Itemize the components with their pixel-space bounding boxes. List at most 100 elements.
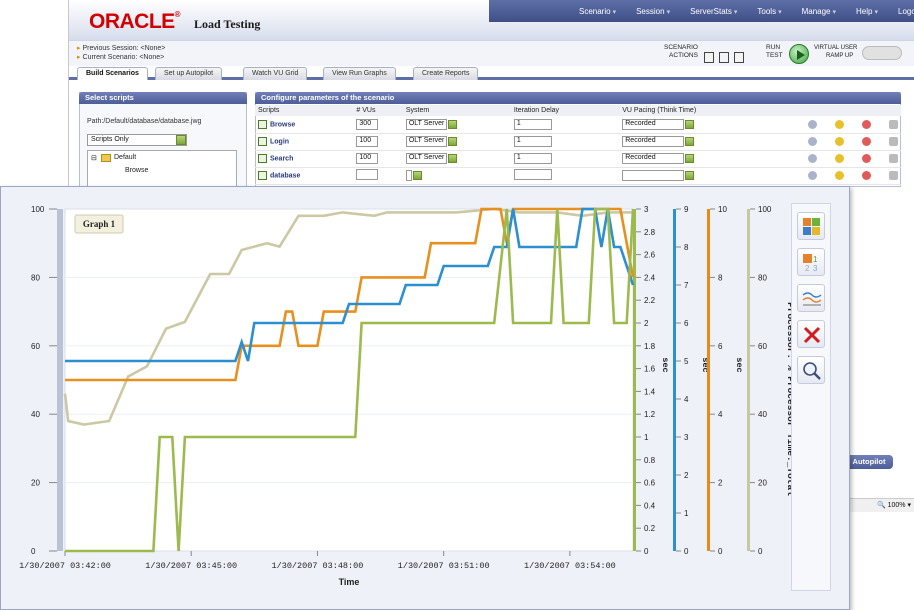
iteration-delay-input[interactable] [513, 169, 552, 180]
magnifier-icon[interactable] [797, 356, 825, 384]
vus-input[interactable] [356, 169, 379, 180]
remove-icon[interactable] [862, 119, 871, 129]
pacing-select[interactable] [622, 170, 685, 181]
settings-icon[interactable] [808, 137, 817, 146]
zoom-level[interactable]: 🔍 100% ▾ [839, 498, 914, 512]
column-header: System [402, 105, 511, 116]
tick-label: 3 [644, 205, 649, 214]
graph-window: 0 20 40 60 80 100 0 0.2 0.4 0.6 0.8 1 1.2 1.4 1.6 1.8 2 2… [0, 186, 850, 610]
script-name[interactable]: Browse [270, 121, 295, 128]
tree-expand-icon[interactable]: ⊟ [91, 154, 97, 162]
script-name[interactable]: Search [270, 155, 293, 162]
vus-cell [353, 167, 403, 185]
axis-label: sec [734, 357, 744, 372]
menu-item-session[interactable]: Session ▾ [636, 7, 670, 16]
attach-icon[interactable] [889, 154, 898, 163]
chevron-down-icon[interactable] [448, 119, 458, 129]
svg-text:1: 1 [813, 255, 818, 264]
top-menu: Scenario ▾ Session ▾ ServerStats ▾ Tools ▾ Manag… [489, 0, 914, 22]
x-axis-label: Time [339, 577, 360, 587]
chevron-down-icon[interactable] [176, 135, 186, 145]
chevron-down-icon[interactable] [685, 154, 695, 163]
chevron-down-icon[interactable] [685, 137, 695, 146]
remove-icon[interactable] [862, 171, 871, 180]
column-header: Scripts [255, 105, 354, 116]
menu-item-manage[interactable]: Manage ▾ [802, 7, 836, 16]
system-select[interactable]: OLT Server [405, 136, 448, 147]
vus-input[interactable]: 300 [356, 118, 379, 130]
script-name[interactable]: database [270, 172, 300, 179]
row-actions [777, 150, 901, 168]
pacing-select[interactable]: Recorded [622, 136, 685, 147]
counter-select-icon[interactable]: 132 [797, 248, 825, 276]
tree-item-browse[interactable]: Browse [125, 167, 148, 174]
pacing-select[interactable]: Recorded [622, 118, 685, 130]
save-scenario-icon[interactable] [734, 52, 744, 63]
menu-item-logout[interactable]: Logout [898, 7, 914, 16]
new-scenario-icon[interactable] [704, 52, 714, 63]
open-scenario-icon[interactable] [719, 52, 729, 63]
attach-icon[interactable] [889, 171, 898, 180]
run-test-button[interactable] [789, 44, 809, 64]
script-cell: Search [255, 150, 354, 168]
iteration-delay-input[interactable]: 1 [513, 136, 552, 147]
column-header: VU Pacing (Think Time) [619, 105, 777, 116]
iteration-delay-input[interactable]: 1 [513, 153, 552, 164]
settings-icon[interactable] [808, 154, 817, 163]
system-cell [402, 167, 511, 185]
tick-label: 1/30/2007 03:54:00 [524, 561, 616, 571]
data-bank-icon[interactable] [835, 154, 844, 163]
script-name[interactable]: Login [270, 138, 289, 145]
tick-label: 10 [718, 205, 727, 214]
graph-toolbar: 132 [791, 203, 831, 591]
attach-icon[interactable] [889, 119, 898, 129]
autopilot-button[interactable]: Autopilot [845, 455, 893, 469]
settings-icon[interactable] [808, 171, 817, 180]
system-select[interactable] [405, 170, 412, 181]
data-bank-icon[interactable] [835, 119, 844, 129]
iteration-delay-input[interactable]: 1 [513, 118, 552, 130]
script-icon [258, 154, 267, 163]
tick-label: 8 [684, 243, 689, 252]
remove-icon[interactable] [862, 154, 871, 163]
tree-item-default[interactable]: Default [114, 154, 136, 161]
vu-ramp-toggle[interactable] [862, 46, 902, 60]
graph-name: Graph 1 [83, 219, 116, 229]
delete-icon[interactable] [797, 320, 825, 348]
tab-create-reports[interactable]: Create Reports [413, 67, 479, 80]
vus-input[interactable]: 100 [356, 153, 379, 164]
vus-cell: 100 [353, 133, 403, 151]
tab-build-scenarios[interactable]: Build Scenarios [77, 67, 148, 80]
menu-item-scenario[interactable]: Scenario ▾ [579, 7, 616, 16]
data-bank-icon[interactable] [835, 171, 844, 180]
tick-label: 1 [644, 433, 649, 442]
menu-item-help[interactable]: Help ▾ [856, 7, 878, 16]
chevron-down-icon[interactable] [412, 171, 422, 180]
script-icon [258, 119, 267, 129]
menu-item-serverstats[interactable]: ServerStats ▾ [690, 7, 737, 16]
tick-label: 1.4 [644, 387, 656, 396]
data-bank-icon[interactable] [835, 137, 844, 146]
menu-item-tools[interactable]: Tools ▾ [757, 7, 781, 16]
vus-input[interactable]: 100 [356, 136, 379, 147]
tick-label: 2 [644, 319, 649, 328]
layout-icon[interactable] [797, 212, 825, 240]
system-select[interactable]: OLT Server [405, 118, 448, 130]
chevron-down-icon[interactable] [448, 154, 458, 163]
table-row: Search 100 OLT Server 1 Recorded [255, 150, 901, 168]
tab-setup-autopilot[interactable]: Set up Autopilot [155, 67, 223, 80]
chevron-down-icon[interactable] [685, 119, 695, 129]
settings-icon[interactable] [808, 119, 817, 129]
tick-label: 0 [31, 547, 36, 556]
line-style-icon[interactable] [797, 284, 825, 312]
chevron-down-icon[interactable] [685, 171, 695, 180]
oracle-logo: ORACLE® [89, 10, 181, 33]
remove-icon[interactable] [862, 137, 871, 146]
attach-icon[interactable] [889, 137, 898, 146]
tab-watch-vu-grid[interactable]: Watch VU Grid [243, 67, 308, 80]
pacing-select[interactable]: Recorded [622, 153, 685, 164]
chevron-down-icon[interactable] [448, 137, 458, 146]
system-select[interactable]: OLT Server [405, 153, 448, 164]
script-filter-select[interactable]: Scripts Only [87, 134, 187, 146]
tab-view-run-graphs[interactable]: View Run Graphs [323, 67, 396, 80]
